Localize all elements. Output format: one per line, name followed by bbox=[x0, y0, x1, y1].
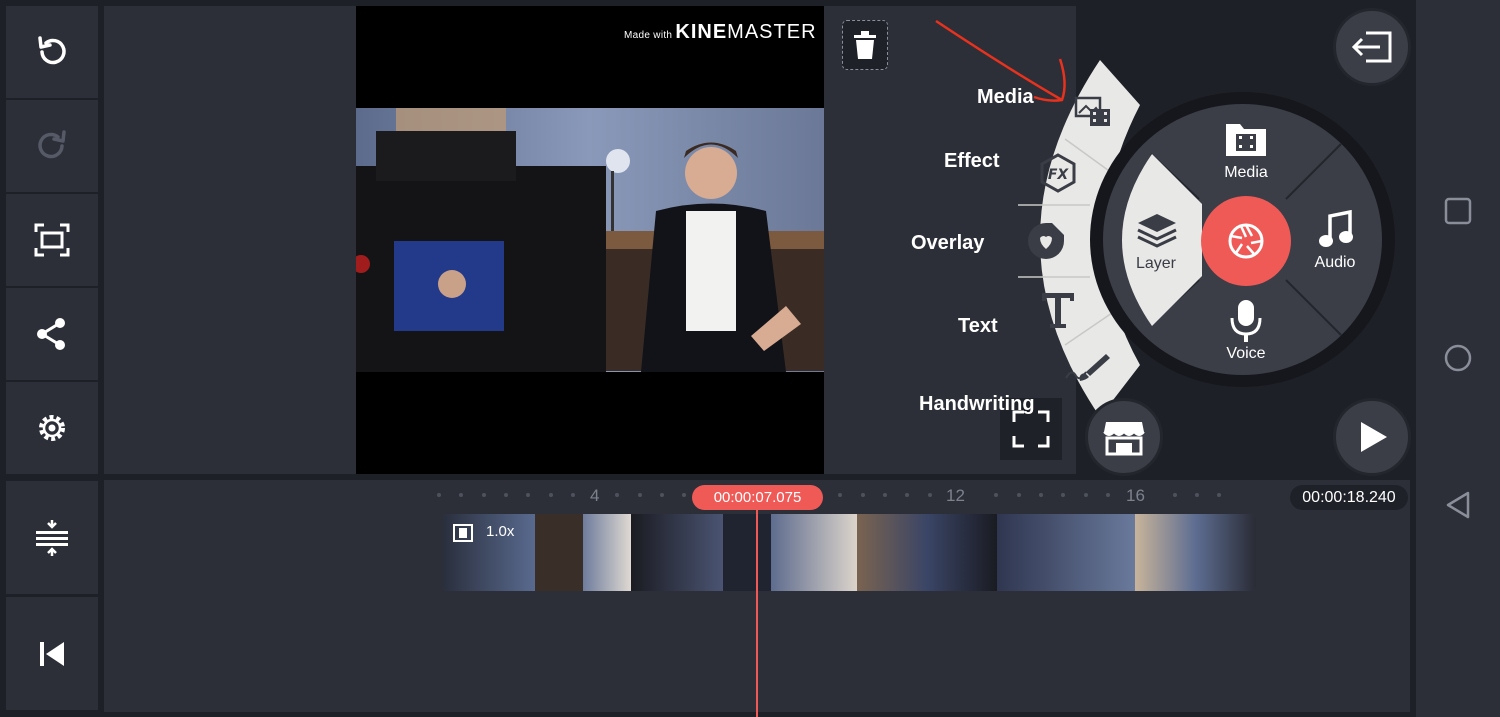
clip-thumbnail bbox=[723, 514, 771, 591]
timeline-expand-button[interactable] bbox=[6, 481, 98, 594]
watermark: Made with KINEMASTER bbox=[624, 21, 817, 44]
ruler-tick bbox=[928, 493, 932, 497]
ruler-tick bbox=[549, 493, 553, 497]
ruler-tick bbox=[838, 493, 842, 497]
clip-thumbnail bbox=[535, 514, 583, 591]
ruler-tick bbox=[861, 493, 865, 497]
undo-button[interactable] bbox=[6, 6, 98, 98]
fx-icon[interactable]: FX bbox=[1038, 153, 1078, 193]
ruler-tick bbox=[905, 493, 909, 497]
play-icon bbox=[1361, 422, 1387, 452]
clip-type-icon bbox=[453, 524, 473, 542]
timeline-expand-icon bbox=[36, 519, 68, 556]
ruler-tick bbox=[571, 493, 575, 497]
camera-shutter-icon bbox=[1228, 223, 1264, 259]
hub-label-media[interactable]: Media bbox=[1196, 164, 1296, 182]
video-frame-image bbox=[356, 108, 824, 372]
sticker-icon[interactable] bbox=[1026, 221, 1066, 261]
redo-button[interactable] bbox=[6, 100, 98, 192]
share-button[interactable] bbox=[6, 288, 98, 380]
watermark-brand-light: MASTER bbox=[727, 21, 817, 43]
capture-frame-icon bbox=[34, 223, 70, 257]
ruler-tick bbox=[660, 493, 664, 497]
text-icon[interactable] bbox=[1040, 291, 1076, 329]
jump-to-start-button[interactable] bbox=[6, 597, 98, 710]
ruler-tick bbox=[994, 493, 998, 497]
clip-thumbnail bbox=[583, 514, 631, 591]
clip-thumbnail bbox=[1135, 514, 1256, 591]
undo-icon bbox=[38, 36, 66, 65]
hub-label-audio[interactable]: Audio bbox=[1285, 254, 1385, 272]
trash-icon bbox=[854, 31, 876, 59]
menu-label-text[interactable]: Text bbox=[958, 315, 998, 338]
store-icon bbox=[1103, 422, 1145, 456]
ruler-label: 12 bbox=[946, 486, 965, 505]
jump-to-start-icon bbox=[40, 641, 64, 666]
menu-label-effect[interactable]: Effect bbox=[944, 150, 1000, 173]
clip-speed-label: 1.0x bbox=[486, 523, 515, 540]
ruler-tick bbox=[482, 493, 486, 497]
total-duration: 00:00:18.240 bbox=[1290, 485, 1408, 510]
menu-label-handwriting[interactable]: Handwriting bbox=[919, 393, 1035, 416]
ruler-tick bbox=[615, 493, 619, 497]
ruler-tick bbox=[682, 493, 686, 497]
clip-thumbnail bbox=[771, 514, 857, 591]
delete-button[interactable] bbox=[842, 20, 888, 70]
video-clip[interactable] bbox=[443, 514, 1256, 591]
redo-icon bbox=[38, 130, 66, 159]
hub-label-layer: Layer bbox=[1135, 255, 1177, 272]
asset-store-button[interactable] bbox=[1085, 398, 1163, 476]
ruler-tick bbox=[1217, 493, 1221, 497]
ruler-label: 16 bbox=[1126, 486, 1145, 505]
capture-button[interactable] bbox=[1201, 196, 1291, 286]
ruler-tick bbox=[1039, 493, 1043, 497]
ruler-tick bbox=[1106, 493, 1110, 497]
ruler-tick bbox=[638, 493, 642, 497]
clip-thumbnail bbox=[857, 514, 997, 591]
layer-icon bbox=[1137, 214, 1177, 248]
settings-gear-icon bbox=[39, 415, 65, 441]
ruler-tick bbox=[1017, 493, 1021, 497]
ruler-tick bbox=[1195, 493, 1199, 497]
settings-button[interactable] bbox=[6, 382, 98, 474]
ruler-tick bbox=[459, 493, 463, 497]
share-icon bbox=[37, 318, 65, 350]
watermark-brand-bold: KINE bbox=[675, 21, 728, 43]
ruler-tick bbox=[437, 493, 441, 497]
ruler-tick bbox=[526, 493, 530, 497]
menu-label-overlay[interactable]: Overlay bbox=[911, 232, 984, 255]
home-icon[interactable] bbox=[1443, 343, 1473, 373]
clip-thumbnail bbox=[631, 514, 723, 591]
ruler-tick bbox=[1173, 493, 1177, 497]
playhead-time[interactable]: 00:00:07.075 bbox=[692, 485, 823, 510]
back-icon[interactable] bbox=[1444, 490, 1472, 520]
playhead-line[interactable] bbox=[756, 508, 758, 717]
video-preview[interactable] bbox=[356, 6, 824, 474]
clip-thumbnail bbox=[997, 514, 1135, 591]
audio-note-icon[interactable] bbox=[1318, 210, 1354, 250]
ruler-tick bbox=[504, 493, 508, 497]
recent-apps-icon[interactable] bbox=[1444, 197, 1472, 225]
microphone-icon[interactable] bbox=[1228, 298, 1264, 344]
svg-text:FX: FX bbox=[1048, 167, 1070, 183]
ruler-label: 4 bbox=[590, 486, 600, 505]
ruler-tick bbox=[1084, 493, 1088, 497]
media-folder-icon[interactable] bbox=[1224, 120, 1268, 158]
hub-label-voice[interactable]: Voice bbox=[1196, 345, 1296, 363]
capture-frame-button[interactable] bbox=[6, 194, 98, 286]
ruler-tick bbox=[1061, 493, 1065, 497]
play-button[interactable] bbox=[1333, 398, 1411, 476]
exit-button[interactable] bbox=[1333, 8, 1411, 86]
annotation-arrow bbox=[935, 19, 1066, 102]
exit-icon bbox=[1351, 31, 1392, 63]
watermark-prefix: Made with bbox=[624, 30, 673, 41]
ruler-tick bbox=[883, 493, 887, 497]
